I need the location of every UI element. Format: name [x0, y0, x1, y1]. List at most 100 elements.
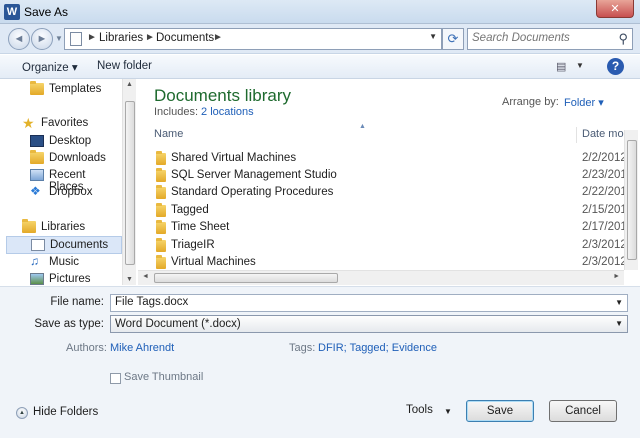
file-name-input[interactable] — [115, 296, 605, 308]
sidebar-item-label: Desktop — [49, 135, 92, 147]
file-row[interactable]: Tagged 2/15/201 — [154, 203, 627, 220]
scroll-left-icon[interactable]: ◄ — [142, 273, 149, 280]
file-date: 2/3/2012 — [582, 256, 627, 268]
save-form: File name: ▼ Save as type: Word Document… — [0, 286, 640, 438]
file-list-horizontal-scrollbar[interactable]: ◄ ► — [138, 270, 624, 285]
file-row[interactable]: Standard Operating Procedures 2/22/201 — [154, 185, 627, 202]
arrange-by-label: Arrange by: — [502, 96, 559, 108]
file-date: 2/23/201 — [582, 169, 627, 181]
forward-button[interactable]: ► — [31, 28, 53, 50]
organize-button[interactable]: Organize ▾ — [22, 60, 78, 74]
save-thumbnail-label[interactable]: Save Thumbnail — [124, 371, 203, 383]
file-name: Time Sheet — [171, 221, 230, 233]
sidebar-item-label: Pictures — [49, 273, 91, 285]
file-row[interactable]: Time Sheet 2/17/201 — [154, 220, 627, 237]
sidebar-item-label: Libraries — [41, 221, 86, 233]
arrange-by-dropdown[interactable]: Folder ▾ — [564, 96, 604, 109]
sidebar-item-libraries[interactable]: Libraries — [6, 219, 122, 237]
column-header-date[interactable]: Date mo — [582, 128, 624, 140]
file-row[interactable]: Shared Virtual Machines 2/2/2012 — [154, 151, 627, 168]
save-as-type-select[interactable]: Word Document (*.docx) ▼ — [110, 315, 628, 333]
locations-link[interactable]: 2 locations — [201, 106, 254, 118]
library-title: Documents library — [154, 86, 291, 105]
chevron-down-icon[interactable]: ▼ — [615, 298, 623, 307]
scroll-right-icon[interactable]: ► — [613, 273, 620, 280]
folder-icon — [156, 255, 166, 269]
scrollbar-thumb[interactable] — [154, 273, 338, 283]
chevron-right-icon[interactable]: ► — [213, 32, 223, 43]
folder-icon — [156, 151, 166, 165]
tools-button[interactable]: Tools — [406, 404, 433, 416]
sidebar-item-desktop[interactable]: Desktop — [6, 133, 122, 151]
page-icon — [70, 32, 82, 46]
scrollbar-thumb[interactable] — [125, 101, 135, 265]
sort-ascending-icon: ▲ — [359, 123, 366, 130]
chevron-right-icon[interactable]: ► — [145, 32, 155, 43]
authors-field[interactable]: Mike Ahrendt — [110, 342, 174, 354]
downloads-icon — [30, 150, 44, 164]
chevron-up-icon[interactable]: ▲ — [16, 407, 28, 419]
recent-places-icon — [30, 169, 44, 181]
recent-locations-dropdown[interactable]: ▼ — [55, 34, 63, 43]
documents-icon — [31, 239, 45, 251]
search-box[interactable]: ⚲ — [467, 28, 633, 50]
chevron-down-icon[interactable]: ▼ — [444, 407, 452, 416]
file-row[interactable]: SQL Server Management Studio 2/23/201 — [154, 168, 627, 185]
cancel-button[interactable]: Cancel — [549, 400, 617, 422]
search-icon: ⚲ — [618, 31, 628, 46]
column-divider[interactable] — [576, 127, 577, 143]
save-thumbnail-checkbox[interactable] — [110, 373, 121, 384]
help-icon[interactable]: ? — [607, 58, 624, 75]
sidebar-item-pictures[interactable]: Pictures — [6, 271, 122, 285]
refresh-button[interactable]: ⟳ — [442, 28, 464, 50]
navigation-pane-scrollbar[interactable]: ▲ ▼ — [122, 79, 136, 285]
breadcrumb-libraries[interactable]: Libraries — [99, 32, 143, 44]
scrollbar-thumb[interactable] — [627, 140, 637, 260]
file-name: Tagged — [171, 204, 209, 216]
sidebar-item-templates[interactable]: Templates — [6, 81, 122, 99]
desktop-icon — [30, 135, 44, 147]
file-row[interactable]: TriageIR 2/3/2012 — [154, 238, 627, 255]
file-name-field[interactable]: ▼ — [110, 294, 628, 312]
file-name: Shared Virtual Machines — [171, 152, 297, 164]
folder-icon — [156, 168, 166, 182]
sidebar-item-downloads[interactable]: Downloads — [6, 150, 122, 168]
chevron-down-icon[interactable]: ▼ — [615, 319, 623, 328]
file-name: TriageIR — [171, 239, 215, 251]
file-date: 2/15/201 — [582, 204, 627, 216]
sidebar-item-recent-places[interactable]: Recent Places — [6, 167, 122, 193]
folder-icon — [156, 185, 166, 199]
save-button[interactable]: Save — [466, 400, 534, 422]
window-title: Save As — [24, 5, 69, 19]
scroll-down-icon[interactable]: ▼ — [126, 276, 133, 283]
address-dropdown-icon[interactable]: ▼ — [429, 32, 437, 41]
sidebar-item-label: Documents — [50, 239, 109, 251]
sidebar-item-documents[interactable]: Documents — [6, 236, 122, 254]
save-as-type-value: Word Document (*.docx) — [115, 318, 241, 330]
search-input[interactable] — [472, 32, 612, 44]
address-bar[interactable]: ► Libraries ► Documents ► ▼ — [64, 28, 442, 50]
pictures-icon — [30, 273, 44, 285]
breadcrumb-documents[interactable]: Documents — [156, 32, 214, 44]
new-folder-button[interactable]: New folder — [97, 60, 152, 72]
file-list-vertical-scrollbar[interactable] — [624, 130, 638, 270]
view-options-icon[interactable]: ▤ — [556, 60, 566, 73]
chevron-right-icon[interactable]: ► — [87, 32, 97, 43]
library-includes: Includes: 2 locations — [154, 106, 254, 118]
sidebar-item-music[interactable]: ♫ Music — [6, 254, 122, 272]
sidebar-item-dropbox[interactable]: ❖ Dropbox — [6, 184, 122, 202]
folder-icon — [156, 203, 166, 217]
navigation-bar: ◄ ► ▼ ► Libraries ► Documents ► ▼ ⟳ ⚲ — [0, 24, 640, 54]
scroll-up-icon[interactable]: ▲ — [126, 81, 133, 88]
file-name: SQL Server Management Studio — [171, 169, 337, 181]
tags-field[interactable]: DFIR; Tagged; Evidence — [318, 342, 437, 354]
back-button[interactable]: ◄ — [8, 28, 30, 50]
file-date: 2/3/2012 — [582, 239, 627, 251]
folder-icon — [156, 220, 166, 234]
sidebar-item-favorites[interactable]: ★ Favorites — [6, 115, 122, 133]
close-button[interactable]: ✕ — [596, 0, 634, 18]
hide-folders-button[interactable]: Hide Folders — [33, 406, 98, 418]
libraries-icon — [22, 219, 36, 233]
column-header-name[interactable]: Name — [154, 128, 183, 140]
view-dropdown-icon[interactable]: ▼ — [576, 61, 584, 70]
